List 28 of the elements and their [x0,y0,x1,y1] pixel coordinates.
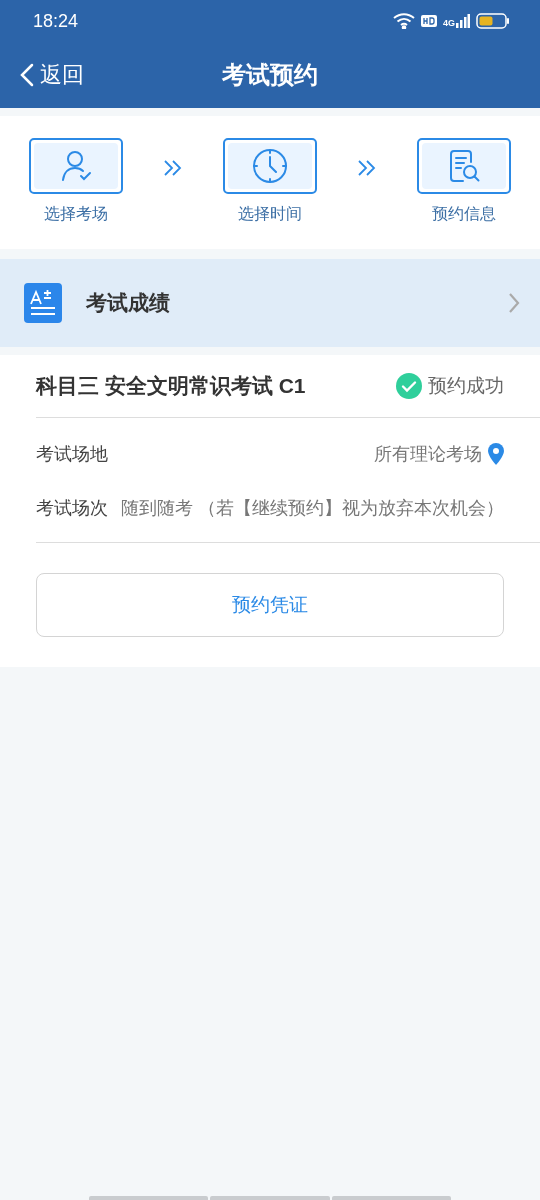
step-button[interactable]: 选择时间 [223,138,317,225]
check-circle-icon [396,373,422,399]
wifi-icon [393,13,415,29]
step-button[interactable]: 选择考场 [29,138,123,225]
clock-icon [252,148,288,184]
exam-title: 科目三 安全文明常识考试 C1 [36,373,307,399]
hd-icon [421,15,437,27]
user-check-icon [59,149,93,183]
status-text: 预约成功 [428,374,504,398]
grade-icon [24,283,62,323]
back-chevron-icon [20,63,34,87]
row-value: 随到随考 （若【继续预约】视为放弃本次机会） [120,497,504,520]
double-chevron-icon [163,158,183,178]
status-time: 18:24 [33,10,79,32]
row-label: 考试场地 [36,443,108,466]
voucher-button[interactable]: 预约凭证 [36,573,504,637]
row-label: 考试场次 [36,497,108,520]
signal-icon [456,14,470,28]
back-button[interactable]: 返回 [16,56,88,94]
location-pin-icon [488,443,504,465]
row-value: 所有理论考场 [374,443,482,466]
battery-icon [476,13,510,29]
chevron-right-icon [508,292,520,314]
page-title: 考试预约 [222,61,318,88]
step-button[interactable]: 预约信息 [417,138,511,225]
double-chevron-icon [357,158,377,178]
score-entry[interactable]: 考试成绩 [0,259,540,347]
network-type: 4G [443,18,455,28]
